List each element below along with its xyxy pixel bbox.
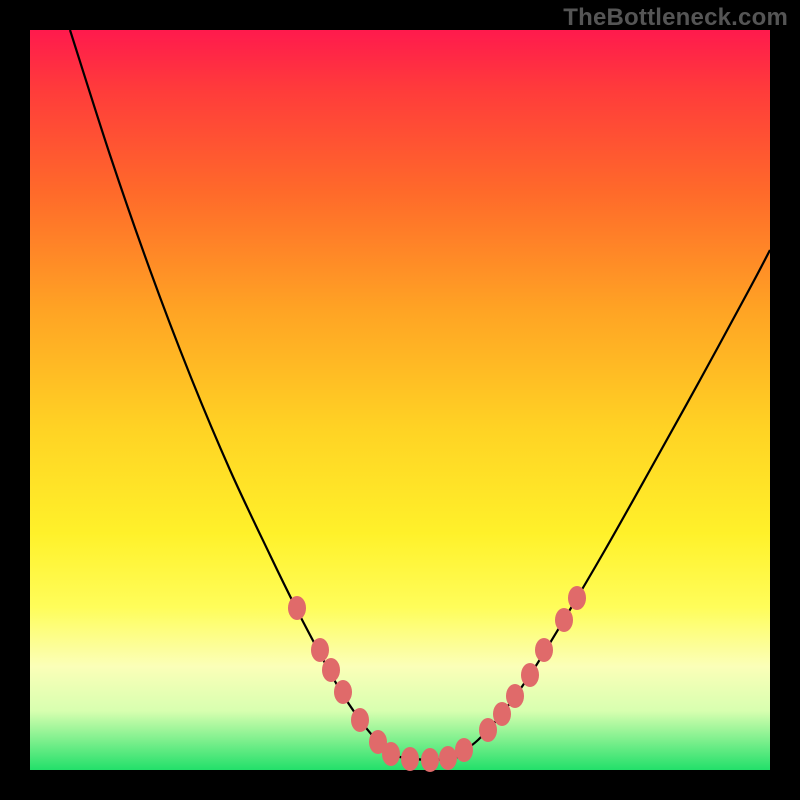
marker-dot — [521, 663, 539, 687]
marker-dot — [555, 608, 573, 632]
marker-dot — [455, 738, 473, 762]
chart-frame: TheBottleneck.com — [0, 0, 800, 800]
left-curve — [70, 30, 390, 754]
marker-dot — [493, 702, 511, 726]
marker-dot — [535, 638, 553, 662]
right-curve — [460, 250, 770, 754]
watermark-text: TheBottleneck.com — [563, 4, 788, 32]
marker-dot — [568, 586, 586, 610]
marker-dot — [506, 684, 524, 708]
marker-dot — [421, 748, 439, 772]
marker-dot — [401, 747, 419, 771]
curve-svg — [30, 30, 770, 770]
marker-dot — [288, 596, 306, 620]
plot-area — [30, 30, 770, 770]
marker-dot — [334, 680, 352, 704]
marker-dot — [351, 708, 369, 732]
marker-dot — [382, 742, 400, 766]
marker-dot — [322, 658, 340, 682]
